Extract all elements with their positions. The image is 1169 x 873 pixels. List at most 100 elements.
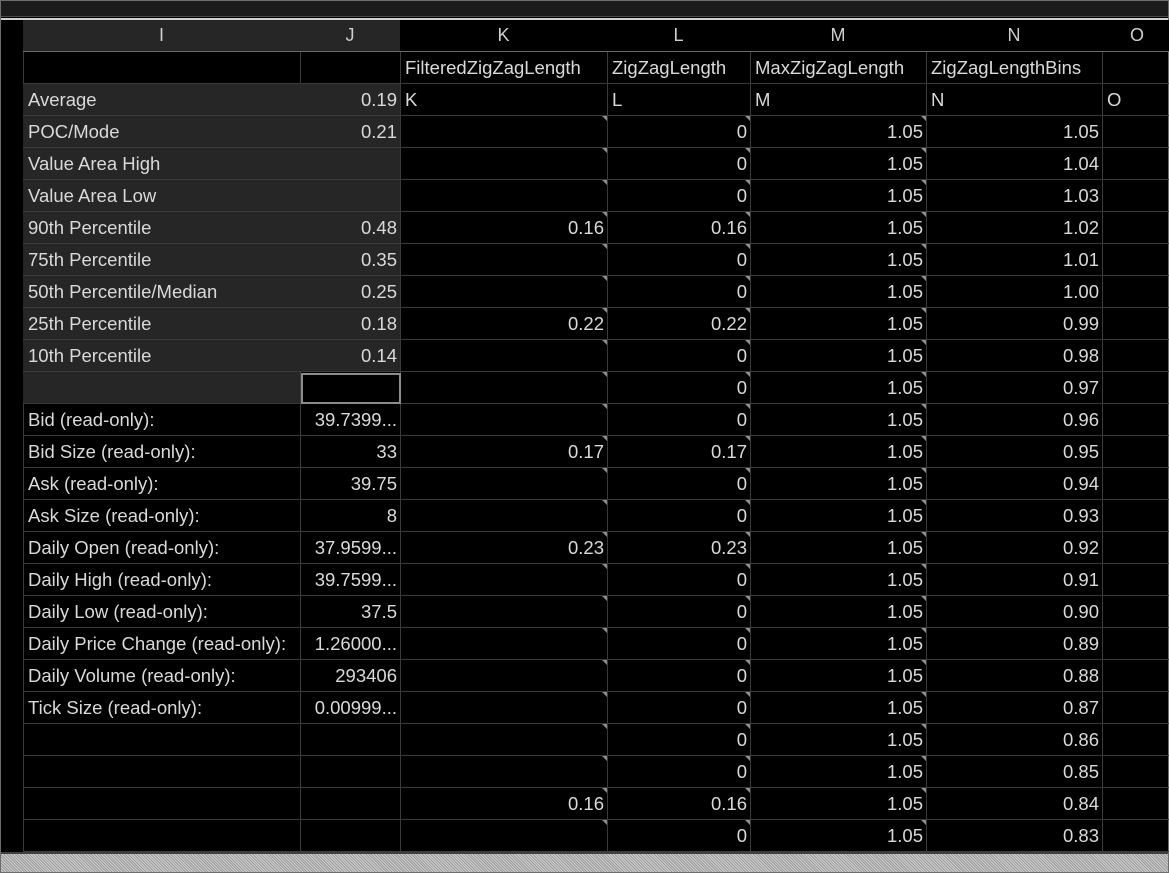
- column-header-l[interactable]: L: [607, 20, 751, 52]
- stat-value[interactable]: 39.7599...: [300, 564, 401, 596]
- cell-l[interactable]: 0: [607, 724, 751, 756]
- cell-m[interactable]: 1.05: [750, 660, 927, 692]
- empty-cell[interactable]: [1102, 404, 1169, 436]
- cell-l[interactable]: 0: [607, 116, 751, 148]
- active-cell-selection[interactable]: [301, 373, 401, 404]
- cell-k[interactable]: [400, 468, 608, 500]
- empty-cell[interactable]: [1102, 372, 1169, 404]
- cell-l[interactable]: 0.16: [607, 788, 751, 820]
- empty-cell[interactable]: [1102, 596, 1169, 628]
- cell-m[interactable]: 1.05: [750, 596, 927, 628]
- stat-value[interactable]: [300, 148, 401, 180]
- cell-k[interactable]: [400, 724, 608, 756]
- stat-label[interactable]: 25th Percentile: [23, 308, 301, 340]
- empty-cell[interactable]: [1102, 564, 1169, 596]
- stat-label[interactable]: Value Area Low: [23, 180, 301, 212]
- cell-n[interactable]: 0.85: [926, 756, 1103, 788]
- cell-m[interactable]: 1.05: [750, 564, 927, 596]
- cell-m[interactable]: 1.05: [750, 340, 927, 372]
- cell-l[interactable]: 0: [607, 372, 751, 404]
- cell-m[interactable]: 1.05: [750, 244, 927, 276]
- stat-label[interactable]: 90th Percentile: [23, 212, 301, 244]
- cell-k[interactable]: [400, 500, 608, 532]
- cell-n[interactable]: 0.96: [926, 404, 1103, 436]
- cell-k[interactable]: [400, 244, 608, 276]
- cell-k[interactable]: [400, 596, 608, 628]
- cell-k[interactable]: [400, 628, 608, 660]
- cell-l[interactable]: 0: [607, 340, 751, 372]
- cell-l[interactable]: 0.17: [607, 436, 751, 468]
- stat-value[interactable]: 0.00999...: [300, 692, 401, 724]
- cell-k[interactable]: 0.16: [400, 212, 608, 244]
- cell-k[interactable]: [400, 404, 608, 436]
- column-letter-cell[interactable]: N: [926, 84, 1103, 116]
- stat-value[interactable]: 0.35: [300, 244, 401, 276]
- stat-label[interactable]: Tick Size (read-only):: [23, 692, 301, 724]
- empty-cell[interactable]: [1102, 820, 1169, 852]
- stat-value[interactable]: 37.5: [300, 596, 401, 628]
- field-name-l[interactable]: ZigZagLength: [607, 52, 751, 84]
- cell-m[interactable]: 1.05: [750, 692, 927, 724]
- stat-value[interactable]: [300, 788, 401, 820]
- cell-k[interactable]: [400, 180, 608, 212]
- cell-k[interactable]: [400, 116, 608, 148]
- cell-l[interactable]: 0.23: [607, 532, 751, 564]
- empty-cell[interactable]: [1102, 724, 1169, 756]
- stat-label[interactable]: 50th Percentile/Median: [23, 276, 301, 308]
- cell-n[interactable]: 0.94: [926, 468, 1103, 500]
- stat-value[interactable]: [300, 724, 401, 756]
- cell-k[interactable]: [400, 564, 608, 596]
- stat-label[interactable]: Value Area High: [23, 148, 301, 180]
- column-header-k[interactable]: K: [400, 20, 608, 52]
- stat-label[interactable]: Average: [23, 84, 301, 116]
- cell-k[interactable]: [400, 820, 608, 852]
- cell-k[interactable]: 0.16: [400, 788, 608, 820]
- cell-m[interactable]: 1.05: [750, 404, 927, 436]
- cell-k[interactable]: 0.23: [400, 532, 608, 564]
- stat-label[interactable]: Bid (read-only):: [23, 404, 301, 436]
- stat-value[interactable]: 0.25: [300, 276, 401, 308]
- cell-n[interactable]: 0.95: [926, 436, 1103, 468]
- cell-m[interactable]: 1.05: [750, 148, 927, 180]
- cell-k[interactable]: [400, 276, 608, 308]
- cell-n[interactable]: 1.02: [926, 212, 1103, 244]
- cell-l[interactable]: 0: [607, 660, 751, 692]
- empty-cell[interactable]: [1102, 244, 1169, 276]
- field-name-i[interactable]: [23, 52, 301, 84]
- empty-cell[interactable]: [1102, 116, 1169, 148]
- cell-k[interactable]: [400, 660, 608, 692]
- cell-l[interactable]: 0: [607, 500, 751, 532]
- cell-k[interactable]: 0.22: [400, 308, 608, 340]
- stat-label[interactable]: [23, 756, 301, 788]
- column-header-n[interactable]: N: [926, 20, 1103, 52]
- empty-cell[interactable]: [1102, 532, 1169, 564]
- cell-n[interactable]: 0.97: [926, 372, 1103, 404]
- horizontal-scrollbar[interactable]: [1, 854, 1168, 872]
- stat-value[interactable]: 0.14: [300, 340, 401, 372]
- stat-value[interactable]: [300, 820, 401, 852]
- column-letter-cell[interactable]: M: [750, 84, 927, 116]
- cell-l[interactable]: 0: [607, 628, 751, 660]
- cell-n[interactable]: 0.90: [926, 596, 1103, 628]
- stat-label[interactable]: [23, 372, 301, 404]
- cell-l[interactable]: 0: [607, 820, 751, 852]
- cell-k[interactable]: [400, 148, 608, 180]
- stat-label[interactable]: [23, 724, 301, 756]
- stat-value[interactable]: 1.26000...: [300, 628, 401, 660]
- empty-cell[interactable]: [1102, 436, 1169, 468]
- stat-value[interactable]: 39.7399...: [300, 404, 401, 436]
- empty-cell[interactable]: [1102, 692, 1169, 724]
- stat-label[interactable]: 75th Percentile: [23, 244, 301, 276]
- empty-cell[interactable]: [1102, 276, 1169, 308]
- cell-m[interactable]: 1.05: [750, 372, 927, 404]
- cell-n[interactable]: 1.03: [926, 180, 1103, 212]
- cell-m[interactable]: 1.05: [750, 820, 927, 852]
- cell-n[interactable]: 1.04: [926, 148, 1103, 180]
- cell-l[interactable]: 0: [607, 596, 751, 628]
- field-name-k[interactable]: FilteredZigZagLength: [400, 52, 608, 84]
- column-header-m[interactable]: M: [750, 20, 927, 52]
- column-letter-cell[interactable]: K: [400, 84, 608, 116]
- stat-label[interactable]: 10th Percentile: [23, 340, 301, 372]
- cell-m[interactable]: 1.05: [750, 756, 927, 788]
- cell-n[interactable]: 0.83: [926, 820, 1103, 852]
